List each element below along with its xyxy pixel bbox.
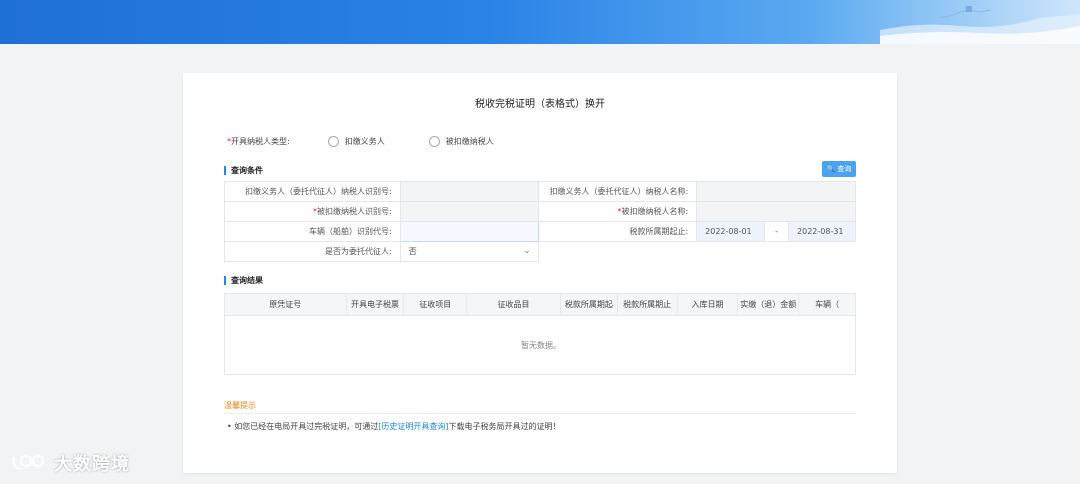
column-header: 实缴（退）金额 — [738, 294, 800, 315]
column-header: 征收品目 — [467, 294, 561, 315]
period-separator: - — [764, 221, 790, 242]
vehicle-id-input[interactable] — [399, 221, 540, 242]
taxpayer-type-radio-group: 扣缴义务人 被扣缴纳税人 — [327, 136, 538, 147]
withheld-name-label-cell: *被扣缴纳税人名称: — [538, 201, 698, 222]
taxpayer-type-label: 开具纳税人类型: — [231, 137, 290, 146]
radio-option-withheld[interactable]: 被扣缴纳税人 — [428, 136, 494, 147]
withholder-id-input[interactable] — [399, 181, 540, 202]
divider — [224, 413, 856, 414]
column-header: 开具电子税票 — [347, 294, 405, 315]
column-header: 税款所属期止 — [618, 294, 678, 315]
results-section-title: 查询结果 — [224, 276, 263, 285]
query-button-label: 查询 — [837, 165, 852, 173]
empty-cell — [539, 242, 856, 262]
header-banner — [0, 0, 1080, 44]
tax-period-label: 税款所属期起止: — [538, 221, 698, 242]
empty-state: 暂无数据。 — [521, 340, 561, 350]
watermark-text: 大数跨境 — [54, 454, 130, 475]
period-start-input[interactable]: 2022-08-01 — [696, 221, 766, 242]
withheld-name-label: 被扣缴纳税人名称: — [621, 207, 689, 216]
radio-withholder-label: 扣缴义务人 — [344, 137, 385, 146]
column-header: 原凭证号 — [225, 294, 347, 315]
tips-text-after: 下载电子税务局开具过的证明！ — [448, 422, 561, 431]
period-end-input[interactable]: 2022-08-31 — [788, 221, 856, 242]
withholder-name-label: 扣缴义务人（委托代征人）纳税人名称: — [538, 181, 698, 202]
radio-option-withholder[interactable]: 扣缴义务人 — [327, 136, 385, 147]
entrusted-label: 是否为委托代征人: — [224, 241, 401, 262]
withheld-id-label-cell: *被扣缴纳税人识别号: — [224, 201, 401, 222]
history-query-link[interactable]: [历史证明开具查询] — [378, 422, 448, 431]
withheld-name-input[interactable] — [696, 201, 856, 222]
withheld-id-label: 被扣缴纳税人识别号: — [316, 207, 392, 216]
radio-withheld[interactable] — [428, 136, 440, 147]
withholder-id-label: 扣缴义务人（委托代征人）纳税人识别号: — [224, 181, 401, 202]
column-header: 征收项目 — [404, 294, 468, 315]
withholder-name-input[interactable] — [696, 181, 856, 202]
bullet: • — [227, 422, 232, 431]
entrusted-select-value: 否 — [408, 247, 417, 256]
query-form-table: 扣缴义务人（委托代征人）纳税人识别号: 扣缴义务人（委托代征人）纳税人名称: *… — [224, 181, 856, 262]
taxpayer-type-row: * 开具纳税人类型: 扣缴义务人 被扣缴纳税人 — [227, 136, 538, 147]
column-header: 入库日期 — [678, 294, 739, 315]
watermark: 大数跨境 — [10, 450, 130, 476]
tips-text-before: 如您已经在电局开具过完税证明，可通过 — [234, 422, 379, 431]
entrusted-select[interactable]: 否 ⌄ — [399, 241, 540, 262]
column-header: 税款所属期起 — [561, 294, 618, 315]
search-icon: 🔍 — [826, 165, 836, 173]
results-table-header: 原凭证号 开具电子税票 征收项目 征收品目 税款所属期起 税款所属期止 入库日期… — [225, 294, 855, 316]
watermark-logo-icon — [12, 454, 45, 471]
radio-withheld-label: 被扣缴纳税人 — [445, 137, 494, 146]
tips-title: 温馨提示 — [224, 401, 256, 410]
tips-text: • 如您已经在电局开具过完税证明，可通过[历史证明开具查询]下载电子税务局开具过… — [227, 421, 561, 432]
page-title: 税收完税证明（表格式）换开 — [475, 99, 605, 110]
radio-withholder[interactable] — [327, 136, 339, 147]
great-wall-illustration — [880, 6, 1080, 44]
results-table: 原凭证号 开具电子税票 征收项目 征收品目 税款所属期起 税款所属期止 入库日期… — [224, 293, 856, 375]
query-button[interactable]: 🔍 查询 — [822, 161, 856, 177]
query-section-title: 查询条件 — [224, 166, 263, 175]
chevron-down-icon: ⌄ — [523, 246, 531, 255]
column-header: 车辆（ — [815, 300, 840, 309]
withheld-id-input[interactable] — [399, 201, 540, 222]
vehicle-id-label: 车辆（船舶）识别代号: — [224, 221, 401, 242]
main-card: 税收完税证明（表格式）换开 * 开具纳税人类型: 扣缴义务人 被扣缴纳税人 查询… — [183, 73, 897, 473]
